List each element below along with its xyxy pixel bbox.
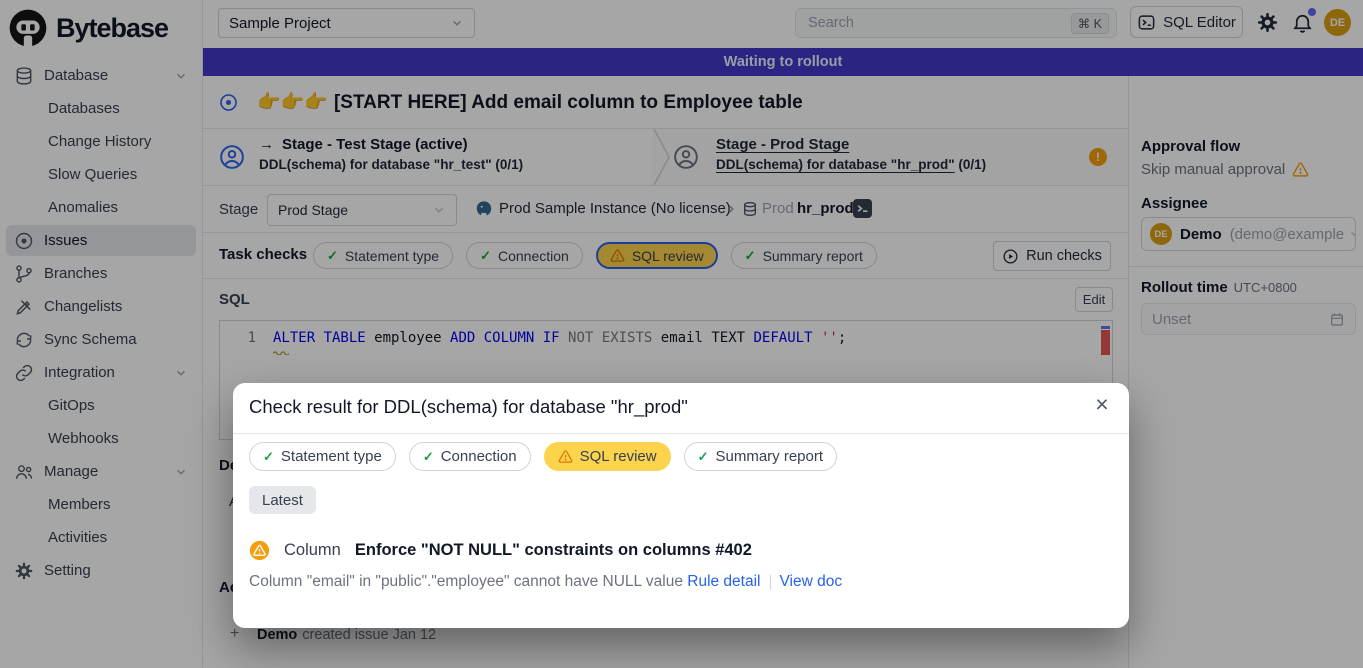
check-pill-sql-review[interactable]: SQL review: [544, 442, 671, 471]
check-label: Statement type: [281, 448, 382, 465]
check-pill-connection[interactable]: ✓ Connection: [409, 442, 531, 471]
check-label: Connection: [441, 448, 517, 465]
rule-detail-link[interactable]: Rule detail: [687, 573, 760, 591]
check-label: Summary report: [716, 448, 824, 465]
finding-rule-title: Enforce "NOT NULL" constraints on column…: [355, 541, 752, 560]
close-icon[interactable]: ×: [1089, 391, 1115, 417]
latest-tag[interactable]: Latest: [249, 486, 316, 514]
link-divider: [770, 575, 771, 590]
check-pill-statement-type[interactable]: ✓ Statement type: [249, 442, 396, 471]
finding-row: Column Enforce "NOT NULL" constraints on…: [249, 540, 752, 561]
view-doc-link[interactable]: View doc: [780, 573, 843, 591]
check-pass-icon: ✓: [423, 449, 434, 465]
finding-detail-row: Column "email" in "public"."employee" ca…: [249, 573, 842, 591]
check-pass-icon: ✓: [698, 449, 709, 465]
check-result-modal: Check result for DDL(schema) for databas…: [233, 383, 1129, 628]
bytebase-app: Bytebase Database Databases Change Histo…: [0, 0, 1363, 668]
warning-triangle-icon: [558, 449, 573, 464]
warning-circle-icon: [249, 540, 270, 561]
check-label: SQL review: [580, 448, 657, 465]
finding-detail-text: Column "email" in "public"."employee" ca…: [249, 573, 687, 591]
finding-category: Column: [284, 541, 341, 560]
check-pass-icon: ✓: [263, 449, 274, 465]
modal-check-pills: ✓ Statement type ✓ Connection SQL review…: [249, 442, 837, 471]
modal-divider: [233, 433, 1129, 434]
modal-title: Check result for DDL(schema) for databas…: [249, 396, 688, 418]
check-pill-summary-report[interactable]: ✓ Summary report: [684, 442, 837, 471]
